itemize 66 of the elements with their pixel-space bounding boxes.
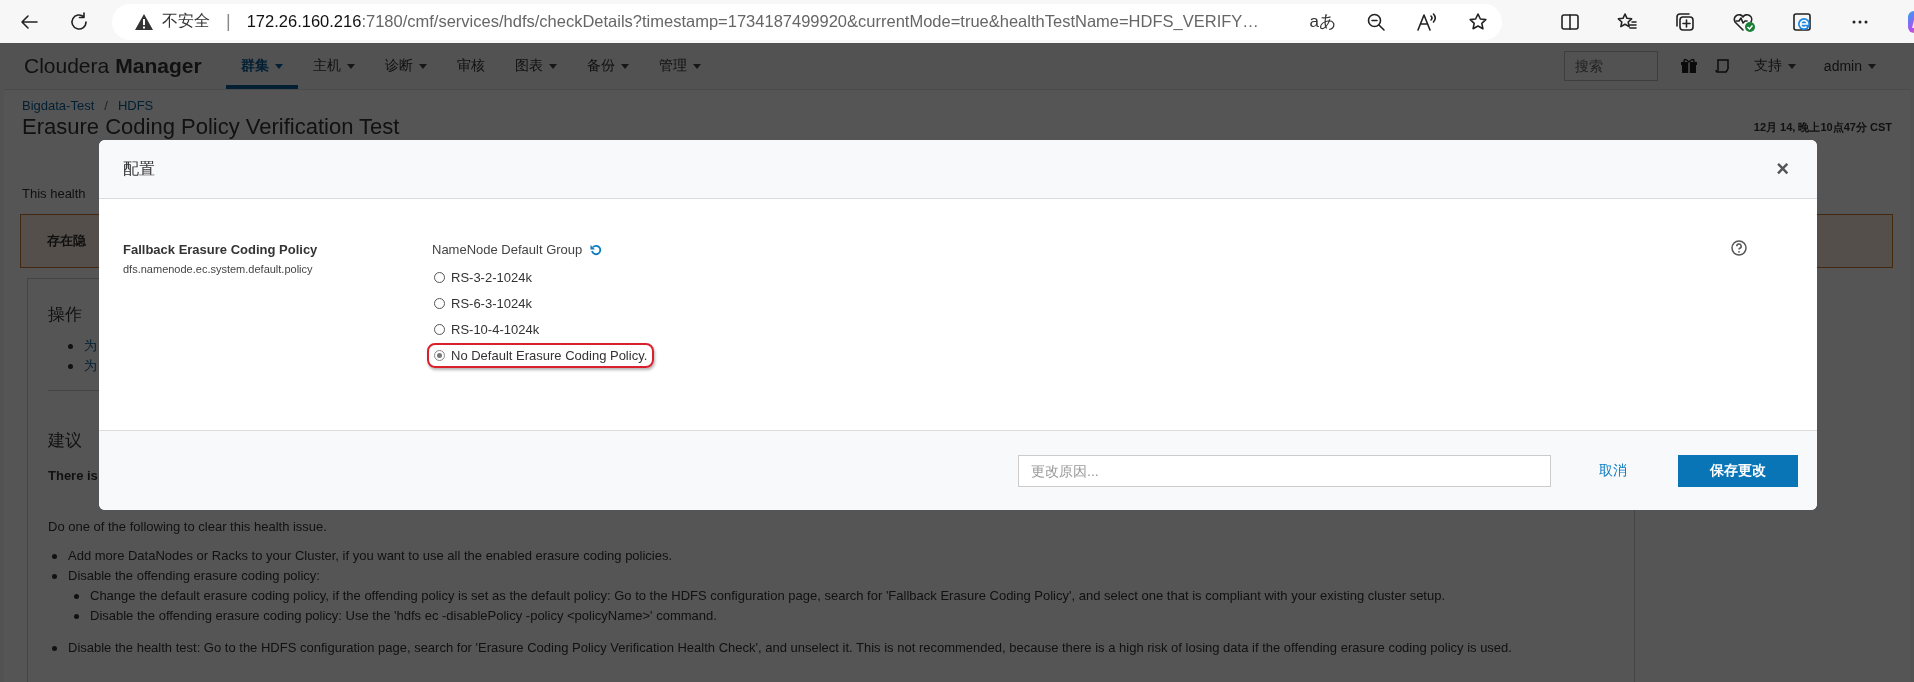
brand-logo[interactable]: Cloudera Manager	[24, 43, 202, 89]
section-heading: 操作	[48, 304, 82, 326]
radio-option[interactable]: RS-6-3-1024k	[427, 291, 539, 316]
breadcrumb-link[interactable]: HDFS	[117, 98, 154, 113]
warning-icon	[134, 12, 154, 31]
bullet-icon	[74, 613, 79, 619]
split-screen-icon[interactable]	[1560, 11, 1580, 32]
reset-icon[interactable]	[590, 243, 603, 256]
bullet-icon	[52, 573, 57, 579]
alert-text: 存在隐	[47, 232, 86, 250]
radio-button[interactable]	[434, 298, 445, 309]
nav-menu-item[interactable]: admin	[1809, 43, 1890, 89]
radio-button[interactable]	[434, 324, 445, 335]
timestamp: 12月 14, 晚上10点47分 CST	[1753, 119, 1892, 135]
advice-lead: There is	[48, 468, 98, 483]
page-title: Erasure Coding Policy Verification Test	[22, 115, 400, 139]
advice-item: Disable the health test: Go to the HDFS configuration page, search for 'Erasure Coding Policy Verification Health Check', and unselect it. This is not recommended, because there is a high risk of losing data if the offending erasure coding policy is used.	[68, 639, 1512, 657]
description-text: This health	[22, 186, 86, 201]
bullet-icon	[68, 364, 73, 370]
bullet-icon	[68, 344, 73, 350]
nav-menu-item[interactable]: 管理	[643, 43, 716, 89]
radio-option[interactable]: RS-10-4-1024k	[427, 317, 547, 342]
radio-button[interactable]	[434, 350, 445, 361]
property-label: Fallback Erasure Coding Policy	[123, 242, 319, 257]
security-warning: 不安全	[162, 11, 210, 31]
help-icon[interactable]	[1731, 240, 1747, 256]
favorites-list-icon[interactable]	[1616, 11, 1638, 32]
nav-menu-item[interactable]: 主机	[297, 43, 370, 89]
address-bar[interactable]: 不安全 | 172.26.160.216:7180/cmf/services/hdfs/checkDetails?timestamp=1734187499920&currentMode=true&healthTestName=HDFS_VERIFY… aあ	[112, 3, 1502, 40]
breadcrumb-separator: /	[104, 98, 108, 113]
cancel-link[interactable]: 取消	[1599, 461, 1627, 480]
radio-button[interactable]	[434, 272, 445, 283]
gift-icon[interactable]	[1679, 57, 1698, 75]
advice-item: Disable the offending erasure coding policy: Use the 'hdfs ec -disablePolicy -policy <policyName>' command.	[90, 607, 717, 625]
refresh-icon[interactable]	[68, 10, 90, 33]
browser-e-icon[interactable]	[1792, 10, 1814, 33]
advice-item: Add more DataNodes or Racks to your Cluster, if you want to use all the enabled erasure coding policies.	[68, 547, 673, 565]
nav-menu-item[interactable]: 审核	[441, 43, 500, 89]
collections-icon[interactable]	[1674, 10, 1696, 33]
nav-menu-item[interactable]: 群集	[225, 43, 298, 89]
radio-option[interactable]: No Default Erasure Coding Policy.	[427, 343, 655, 368]
dialog-title: 配置	[123, 158, 155, 179]
read-aloud-icon[interactable]	[1416, 11, 1438, 32]
breadcrumb-link[interactable]: Bigdata-Test	[22, 98, 95, 113]
action-link[interactable]: 为	[84, 358, 97, 373]
nav-menu-item[interactable]: 备份	[571, 43, 644, 89]
section-heading: 建议	[48, 430, 82, 452]
group-label: NameNode Default Group	[432, 242, 583, 257]
bullet-icon	[52, 645, 57, 651]
address-separator: |	[226, 11, 231, 32]
advice-item: Change the default erasure coding policy, if the offending policy is set as the default policy: Go to the HDFS configuration page, search for 'Fallback Erasure Coding Policy', and select one that is compliant with your existing cluster setup.	[90, 587, 1446, 605]
nav-menu-item[interactable]: 图表	[499, 43, 572, 89]
url-text: 172.26.160.216:7180/cmf/services/hdfs/checkDetails?timestamp=1734187499920&currentMode=true&healthTestName=HDFS_VERIFY…	[246, 12, 1259, 31]
save-button[interactable]: 保存更改	[1678, 454, 1798, 487]
nav-menu-item[interactable]: 诊断	[369, 43, 442, 89]
bullet-icon	[74, 593, 79, 599]
translate-icon[interactable]: aあ	[1309, 10, 1336, 33]
advice-item: Disable the offending erasure coding policy:	[68, 567, 320, 585]
nav-menu-item[interactable]: 支持	[1739, 43, 1810, 89]
close-button[interactable]: ×	[1772, 158, 1793, 180]
advice-intro: Do one of the following to clear this health issue.	[48, 519, 327, 534]
bullet-icon	[52, 553, 57, 559]
zoom-out-icon[interactable]	[1366, 11, 1386, 32]
favorite-star-icon[interactable]	[1468, 11, 1488, 32]
reason-field[interactable]: 更改原因...	[1018, 454, 1551, 487]
action-link[interactable]: 为	[84, 338, 97, 353]
